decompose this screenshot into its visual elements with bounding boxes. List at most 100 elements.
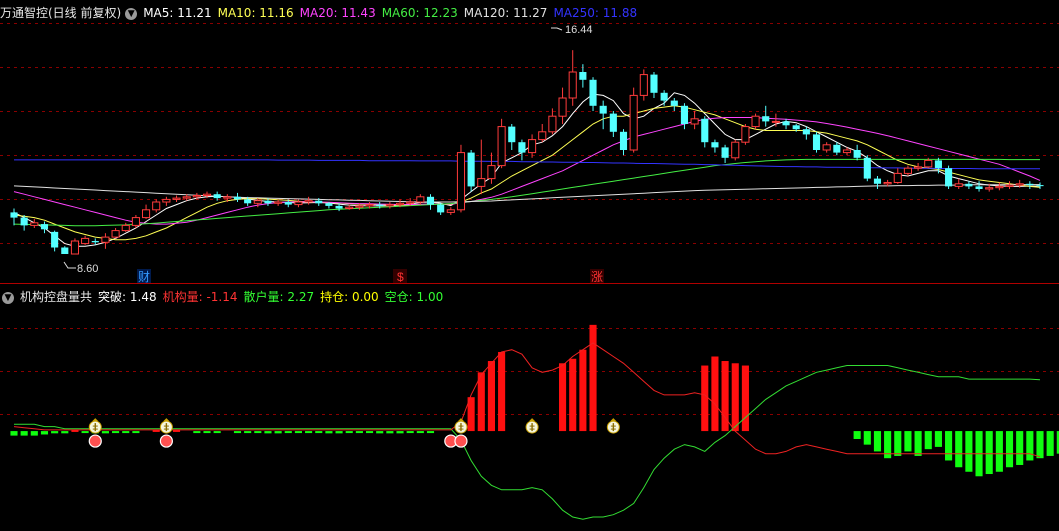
candle[interactable] bbox=[741, 124, 750, 145]
candle[interactable] bbox=[812, 131, 821, 153]
candle[interactable] bbox=[721, 144, 729, 163]
candle[interactable] bbox=[731, 139, 740, 161]
candle-body bbox=[406, 201, 415, 204]
candle[interactable] bbox=[680, 103, 689, 130]
candle[interactable] bbox=[711, 139, 719, 153]
candle[interactable] bbox=[172, 195, 181, 203]
candle[interactable] bbox=[822, 142, 831, 153]
money-bag-tie bbox=[610, 418, 617, 422]
candle[interactable] bbox=[903, 165, 912, 176]
rise-marker[interactable]: 涨 bbox=[591, 269, 603, 284]
candle[interactable] bbox=[629, 87, 638, 153]
candle[interactable] bbox=[437, 203, 445, 215]
candle[interactable] bbox=[762, 105, 770, 127]
candle[interactable] bbox=[853, 144, 861, 161]
candle[interactable] bbox=[965, 181, 973, 189]
candle[interactable] bbox=[385, 202, 394, 209]
candle[interactable] bbox=[701, 116, 709, 148]
indicator-bar bbox=[711, 356, 719, 432]
candle[interactable] bbox=[70, 238, 80, 255]
candle[interactable] bbox=[589, 77, 597, 111]
candle-body bbox=[111, 230, 120, 238]
dollar-marker[interactable]: $ bbox=[397, 270, 404, 284]
candle[interactable] bbox=[751, 113, 760, 130]
candle-body bbox=[741, 126, 750, 143]
candle[interactable] bbox=[619, 129, 628, 156]
candle[interactable] bbox=[863, 155, 871, 182]
candle[interactable] bbox=[233, 192, 242, 202]
indicator-bar bbox=[873, 431, 882, 452]
finance-marker[interactable]: 财 bbox=[138, 270, 150, 284]
candle[interactable] bbox=[690, 111, 699, 130]
candle[interactable] bbox=[121, 222, 130, 232]
candle-body bbox=[1005, 184, 1014, 187]
candle-body bbox=[315, 200, 323, 204]
candle[interactable] bbox=[538, 124, 547, 143]
indicator-bar bbox=[1016, 431, 1024, 465]
candle-body bbox=[883, 182, 892, 185]
candle[interactable] bbox=[111, 228, 120, 239]
indicator-title[interactable]: 机构控盘量共 bbox=[20, 290, 92, 304]
candle[interactable] bbox=[893, 168, 902, 184]
indicator-bar bbox=[1046, 431, 1054, 456]
main-chart-title[interactable]: 万通智控(日线 前复权) bbox=[0, 6, 121, 20]
indicator-bar bbox=[1036, 431, 1044, 459]
candle[interactable] bbox=[51, 230, 59, 252]
indicator-bar bbox=[945, 431, 953, 461]
candle[interactable] bbox=[40, 221, 49, 234]
candle-body bbox=[893, 172, 902, 183]
candle[interactable] bbox=[579, 64, 587, 88]
candle[interactable] bbox=[945, 165, 953, 189]
candle[interactable] bbox=[497, 118, 506, 169]
candle[interactable] bbox=[467, 150, 475, 192]
candle[interactable] bbox=[20, 215, 28, 231]
candle[interactable] bbox=[833, 142, 841, 156]
candle[interactable] bbox=[558, 87, 567, 124]
candle[interactable] bbox=[802, 126, 810, 140]
candle[interactable] bbox=[81, 235, 90, 245]
indicator-bar bbox=[955, 431, 963, 468]
candle-body bbox=[782, 121, 790, 126]
candle-body bbox=[812, 134, 821, 150]
ma250-line bbox=[14, 159, 1040, 170]
chevron-down-icon[interactable]: ▼ bbox=[125, 8, 138, 20]
candle[interactable] bbox=[609, 111, 617, 137]
candle[interactable] bbox=[873, 176, 882, 189]
candle[interactable] bbox=[456, 144, 466, 213]
candle[interactable] bbox=[152, 199, 161, 213]
candle[interactable] bbox=[162, 196, 171, 206]
candle[interactable] bbox=[670, 98, 678, 111]
candle[interactable] bbox=[508, 124, 516, 150]
candle[interactable] bbox=[1026, 181, 1034, 189]
candle[interactable] bbox=[782, 118, 790, 130]
candle[interactable] bbox=[518, 139, 526, 161]
candle[interactable] bbox=[477, 139, 486, 195]
candle[interactable] bbox=[61, 246, 69, 254]
candle[interactable] bbox=[142, 204, 151, 219]
candle[interactable] bbox=[10, 208, 18, 226]
candle[interactable] bbox=[660, 90, 668, 106]
candle[interactable] bbox=[639, 69, 648, 101]
chevron-down-icon[interactable]: ▼ bbox=[2, 292, 14, 304]
candle[interactable] bbox=[954, 178, 963, 189]
event-markers[interactable]: 财 $ 涨 bbox=[137, 269, 604, 284]
candle[interactable] bbox=[426, 194, 435, 210]
candle[interactable] bbox=[995, 182, 1004, 191]
chart-stage[interactable]: 16.44 8.60 财 $ 涨 万通智控(日线 前复权) ▼ MA5: 11.21… bbox=[0, 0, 1059, 526]
candle[interactable] bbox=[1036, 182, 1044, 190]
candle[interactable] bbox=[528, 134, 537, 158]
candle[interactable] bbox=[446, 207, 455, 215]
candle[interactable] bbox=[771, 113, 780, 127]
candle[interactable] bbox=[568, 50, 577, 106]
candle[interactable] bbox=[304, 196, 313, 205]
candle[interactable] bbox=[599, 100, 607, 130]
candle[interactable] bbox=[914, 163, 923, 171]
chart-canvas[interactable]: 16.44 8.60 财 $ 涨 bbox=[0, 0, 1059, 526]
candle[interactable] bbox=[101, 233, 110, 249]
candle[interactable] bbox=[30, 218, 39, 228]
candle[interactable] bbox=[274, 199, 283, 206]
candle[interactable] bbox=[548, 108, 557, 135]
candle[interactable] bbox=[650, 72, 658, 98]
candle[interactable] bbox=[1005, 181, 1014, 189]
candlestick-series[interactable] bbox=[10, 50, 1044, 255]
